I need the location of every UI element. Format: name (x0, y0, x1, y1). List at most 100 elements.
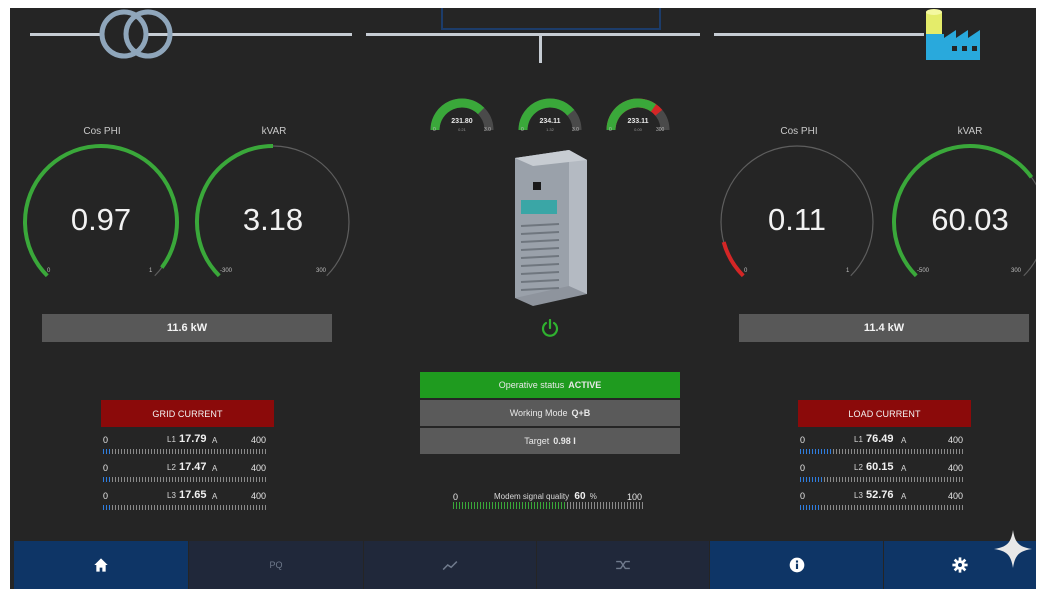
center-top-panel (441, 8, 661, 30)
nav-info[interactable] (710, 541, 883, 589)
current-unit: A (901, 492, 907, 501)
target-label: Target (524, 436, 550, 446)
row-max: 400 (250, 491, 266, 501)
working-mode-value: Q+B (571, 408, 591, 418)
row-max: 400 (947, 491, 963, 501)
voltage-gauge-3-min: 0 (609, 127, 612, 133)
operative-status-label: Operative status (498, 380, 565, 390)
current-value: 52.76 (866, 489, 894, 501)
operative-status: Operative status ACTIVE (420, 372, 680, 398)
load-current-row: 0 L2 60.15 A 400 (800, 461, 963, 485)
target-value: 0.98 I (553, 436, 576, 446)
phase-label: L2 (854, 463, 863, 472)
row-max: 400 (947, 435, 963, 445)
current-level-bar (103, 449, 111, 454)
voltage-gauge-3-value: 233.11 (627, 118, 649, 125)
load-cosphi-value: 0.11 (767, 202, 827, 237)
row-min: 0 (800, 463, 806, 473)
row-min: 0 (103, 491, 109, 501)
voltage-gauge-1-max: 3.0 (484, 127, 491, 133)
voltage-gauge-1-min: 0 (433, 127, 436, 133)
working-mode: Working Mode Q+B (420, 400, 680, 426)
nav-pq[interactable]: PQ (189, 541, 363, 589)
grid-current-header: GRID CURRENT (101, 400, 274, 427)
load-cosphi-max: 1 (846, 268, 850, 274)
grid-power-bar: 11.6 kW (42, 314, 332, 342)
center-busbar (366, 33, 700, 36)
grid-kvar-min: -300 (220, 268, 233, 274)
cabinet-icon (515, 150, 587, 306)
shuffle-icon (616, 560, 630, 570)
current-unit: A (901, 464, 907, 473)
modem-value: 60 (574, 491, 586, 502)
dashboard-screen: Cos PHI 0.97 0 1 kVAR 3.18 -300 300 11.6… (10, 8, 1036, 589)
gauge-level-arc (518, 98, 575, 131)
row-max: 400 (947, 463, 963, 473)
row-max: 400 (250, 435, 266, 445)
grid-cosphi-value: 0.97 (70, 202, 132, 237)
load-current-row: 0 L3 52.76 A 400 (800, 489, 963, 513)
load-power-bar: 11.4 kW (739, 314, 1029, 342)
voltage-gauge-2-max: 3.0 (572, 127, 579, 133)
voltage-gauge-3-max: 300 (656, 127, 665, 133)
current-level-bar (800, 449, 831, 454)
current-value: 17.79 (179, 433, 207, 445)
current-unit: A (212, 492, 218, 501)
phase-label: L3 (167, 491, 176, 500)
current-value: 76.49 (866, 433, 894, 445)
gauge-level-arc (721, 241, 745, 278)
grid-current-row: 0 L2 17.47 A 400 (103, 461, 266, 485)
grid-current-row: 0 L3 17.65 A 400 (103, 489, 266, 513)
center-feeder-line (539, 33, 542, 63)
current-value: 17.65 (179, 489, 207, 501)
row-min: 0 (103, 463, 109, 473)
nav-transfer[interactable] (537, 541, 709, 589)
grid-current-row: 0 L1 17.79 A 400 (103, 433, 266, 457)
factory-icon (926, 9, 980, 60)
load-busbar (714, 33, 924, 36)
current-scale (800, 505, 963, 510)
voltage-gauge-1-value: 231.80 (451, 118, 473, 125)
gauge-level-arc (430, 98, 485, 131)
gear-icon (952, 557, 968, 573)
current-value: 60.15 (866, 461, 894, 473)
phase-label: L2 (167, 463, 176, 472)
current-level-bar (103, 505, 111, 510)
phase-label: L3 (854, 491, 863, 500)
info-icon (789, 557, 804, 573)
grid-kvar-value: 3.18 (242, 202, 304, 237)
current-value: 17.47 (179, 461, 207, 473)
load-cosphi-min: 0 (744, 268, 748, 274)
row-min: 0 (800, 491, 806, 501)
phase-label: L1 (854, 435, 863, 444)
trend-icon (442, 561, 458, 571)
nav-home[interactable] (14, 541, 188, 589)
current-unit: A (212, 436, 218, 445)
load-current-row: 0 L1 76.49 A 400 (800, 433, 963, 457)
voltage-gauge-2-min: 0 (521, 127, 524, 133)
current-level-bar (800, 505, 822, 510)
current-unit: A (901, 436, 907, 445)
modem-signal-bar (453, 502, 567, 509)
load-cosphi-label: Cos PHI (780, 126, 818, 137)
load-kvar-min: -500 (917, 268, 930, 274)
row-min: 0 (800, 435, 806, 445)
nav-trends[interactable] (364, 541, 536, 589)
operative-status-value: ACTIVE (568, 380, 602, 390)
modem-readout: Modem signal quality 60 % (494, 491, 597, 502)
current-scale (800, 477, 963, 482)
transformer-icon (99, 9, 173, 59)
grid-kvar-max: 300 (316, 268, 327, 274)
gauge-normal-arc (606, 98, 657, 131)
current-level-bar (800, 477, 825, 482)
phase-label: L1 (167, 435, 176, 444)
row-max: 400 (250, 463, 266, 473)
row-min: 0 (103, 435, 109, 445)
target: Target 0.98 I (420, 428, 680, 454)
power-icon[interactable] (541, 319, 559, 337)
load-current-header: LOAD CURRENT (798, 400, 971, 427)
grid-cosphi-label: Cos PHI (83, 126, 121, 137)
nav-pq-label: PQ (269, 560, 283, 570)
modem-label: Modem signal quality (494, 492, 570, 501)
grid-cosphi-min: 0 (47, 268, 51, 274)
